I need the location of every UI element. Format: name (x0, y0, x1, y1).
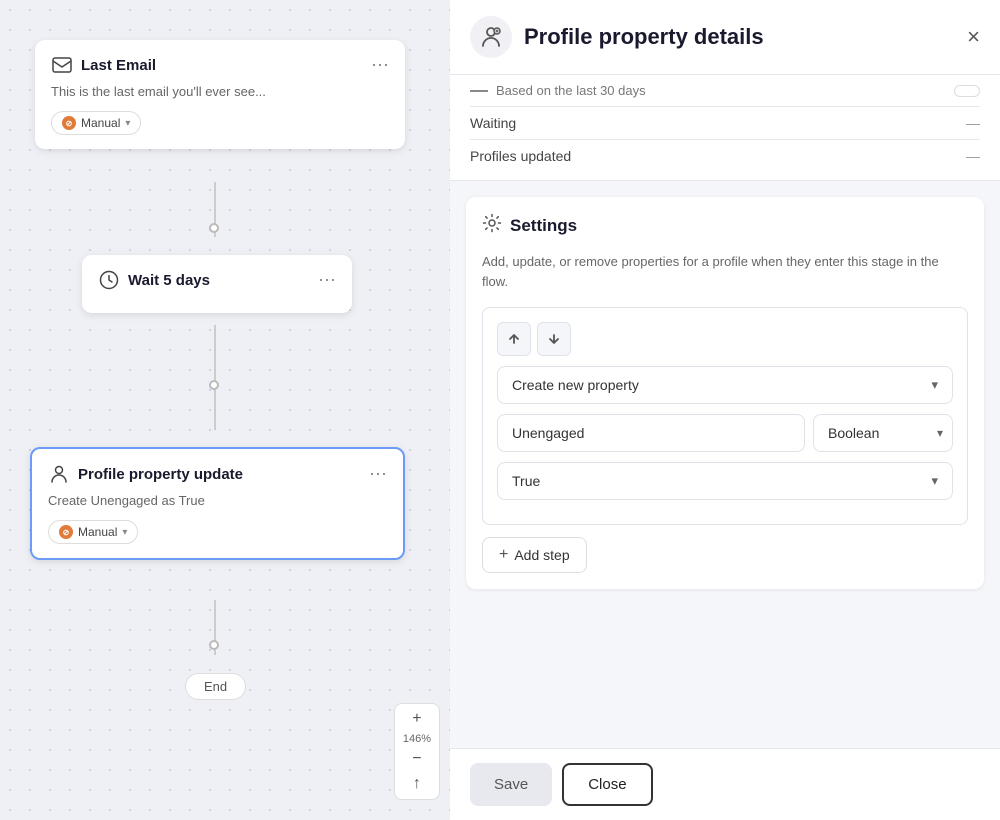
end-label: End (204, 679, 227, 694)
mail-icon (51, 54, 73, 76)
based-on-button[interactable] (954, 85, 980, 97)
type-select-wrap: Boolean String Number ▾ (813, 414, 953, 452)
panel-title: Profile property details (524, 24, 764, 50)
panel-body: Settings Add, update, or remove properti… (450, 181, 1000, 748)
zoom-reset-button[interactable]: ↑ (405, 773, 429, 795)
stat-waiting-value: — (966, 115, 980, 131)
property-name-input[interactable] (497, 414, 805, 452)
stat-waiting-label: Waiting (470, 115, 516, 131)
wait-node-title: Wait 5 days (128, 272, 210, 289)
details-panel: Profile property details × Based on the … (450, 0, 1000, 820)
settings-card: Settings Add, update, or remove properti… (466, 197, 984, 589)
panel-footer: Save Close (450, 748, 1000, 820)
person-icon (48, 463, 70, 485)
manual-icon: ⊘ (62, 116, 76, 130)
arrow-controls (497, 322, 953, 356)
email-badge-label: Manual (81, 116, 120, 130)
based-on-row: Based on the last 30 days (470, 83, 646, 98)
value-dropdown-label: True (512, 473, 540, 489)
connector-dot-2 (209, 380, 219, 390)
connector-dot-3 (209, 640, 219, 650)
zoom-controls: + 146% − ↑ (394, 703, 440, 800)
stat-profiles-value: — (966, 148, 980, 164)
type-select[interactable]: Boolean String Number (813, 414, 953, 452)
zoom-out-button[interactable]: − (405, 748, 429, 770)
profile-node-menu[interactable]: ⋯ (369, 465, 387, 483)
email-node-menu[interactable]: ⋯ (371, 56, 389, 74)
name-type-row: Boolean String Number ▾ (497, 414, 953, 452)
settings-title: Settings (510, 216, 577, 236)
save-button[interactable]: Save (470, 763, 552, 806)
email-node-title: Last Email (81, 57, 156, 74)
add-step-label: Add step (514, 547, 569, 563)
profile-node: Profile property update ⋯ Create Unengag… (30, 447, 405, 560)
profile-node-title: Profile property update (78, 466, 243, 483)
arrow-down-button[interactable] (537, 322, 571, 356)
settings-header: Settings (482, 213, 968, 238)
stat-profiles-label: Profiles updated (470, 148, 571, 164)
clock-icon (98, 269, 120, 291)
profile-node-badge[interactable]: ⊘ Manual ▾ (48, 520, 138, 544)
value-select-row: True ▾ (497, 462, 953, 500)
close-button[interactable]: Close (562, 763, 652, 806)
value-dropdown-chevron: ▾ (931, 473, 938, 489)
email-node-badge[interactable]: ⊘ Manual ▾ (51, 111, 141, 135)
connector-2 (214, 325, 216, 430)
based-on-text: Based on the last 30 days (496, 83, 646, 98)
settings-gear-icon (482, 213, 502, 238)
zoom-level: 146% (403, 732, 431, 746)
panel-icon-bg (470, 16, 512, 58)
property-dropdown-button[interactable]: Create new property ▾ (497, 366, 953, 404)
end-node: End (185, 673, 246, 700)
connector-dot-1 (209, 223, 219, 233)
email-node: Last Email ⋯ This is the last email you'… (35, 40, 405, 149)
profile-node-body: Create Unengaged as True (48, 493, 387, 508)
value-dropdown-button[interactable]: True ▾ (497, 462, 953, 500)
wait-node: Wait 5 days ⋯ (82, 255, 352, 313)
panel-person-icon (479, 25, 503, 49)
email-node-body: This is the last email you'll ever see..… (51, 84, 389, 99)
property-dropdown-chevron: ▾ (931, 377, 938, 393)
settings-description: Add, update, or remove properties for a … (482, 252, 968, 291)
zoom-in-button[interactable]: + (405, 708, 429, 730)
profile-badge-label: Manual (78, 525, 117, 539)
panel-close-button[interactable]: × (967, 26, 980, 48)
property-box: Create new property ▾ Boolean String Num… (482, 307, 968, 525)
profile-manual-icon: ⊘ (59, 525, 73, 539)
profile-badge-chevron: ▾ (122, 527, 127, 538)
wait-node-menu[interactable]: ⋯ (318, 271, 336, 289)
add-step-button[interactable]: + Add step (482, 537, 587, 573)
add-step-plus-icon: + (499, 546, 508, 564)
dash-line (470, 90, 488, 92)
arrow-up-button[interactable] (497, 322, 531, 356)
property-dropdown-label: Create new property (512, 377, 639, 393)
badge-chevron: ▾ (125, 118, 130, 129)
flow-canvas: Last Email ⋯ This is the last email you'… (0, 0, 450, 820)
panel-header: Profile property details × (450, 0, 1000, 75)
property-select-row: Create new property ▾ (497, 366, 953, 404)
panel-header-left: Profile property details (470, 16, 764, 58)
